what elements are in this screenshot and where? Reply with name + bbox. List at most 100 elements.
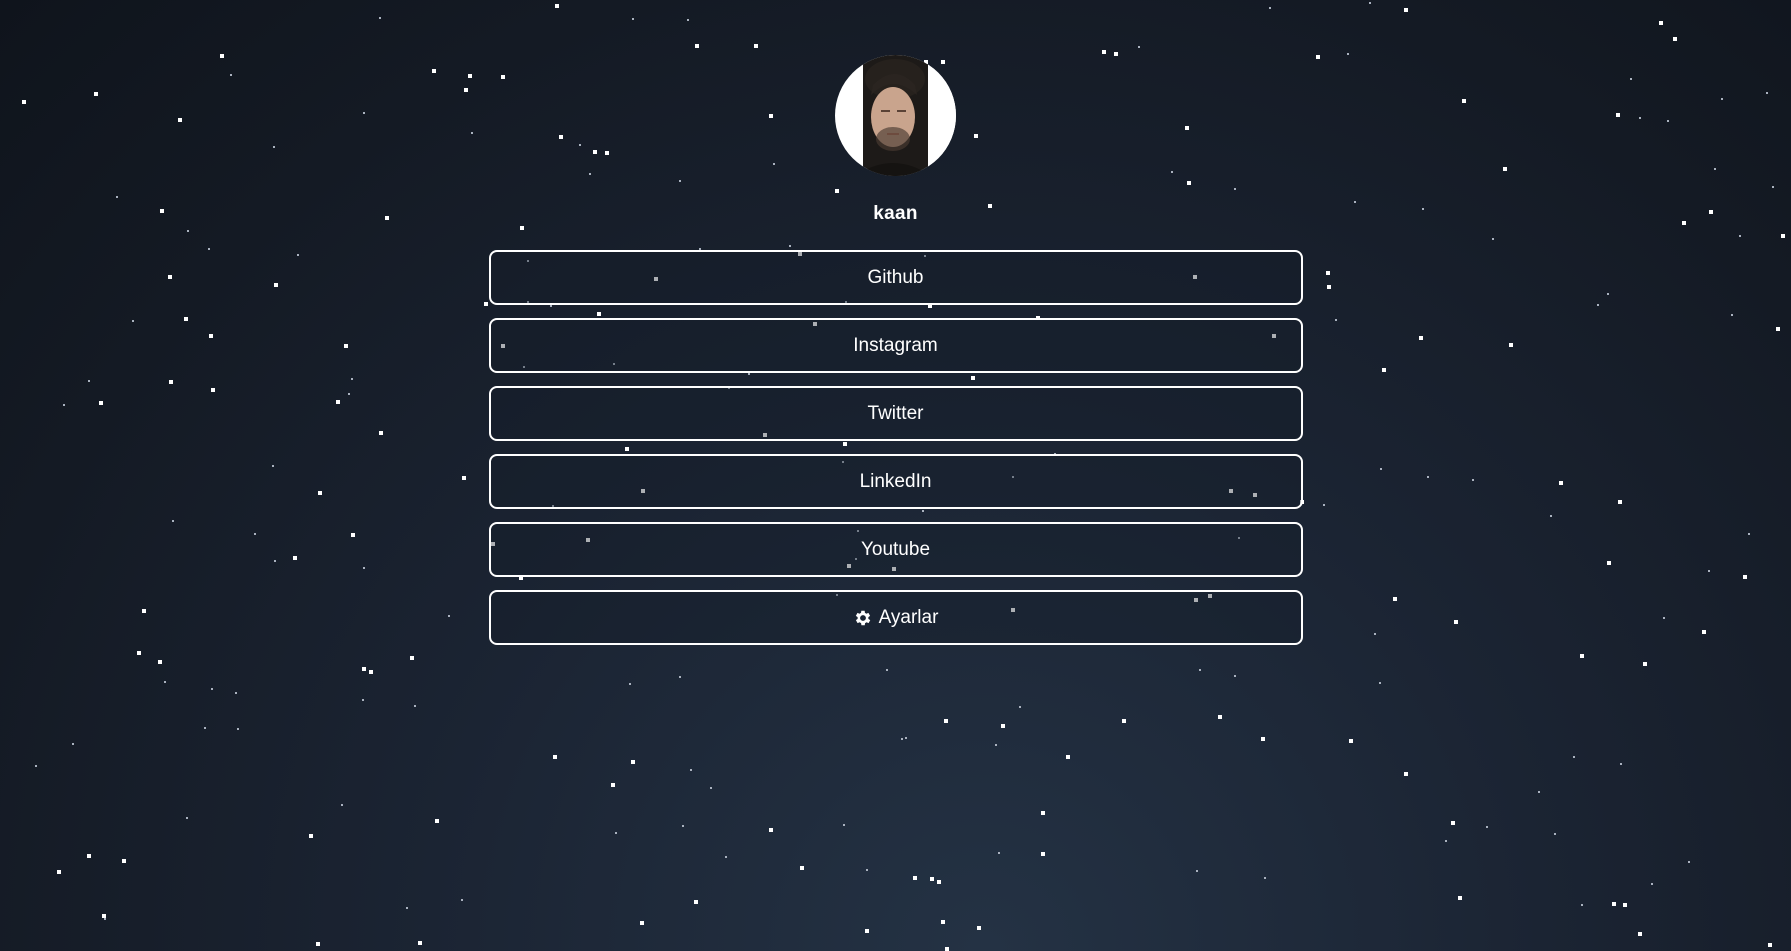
- star: [1554, 833, 1556, 835]
- star: [369, 670, 373, 674]
- star: [913, 876, 917, 880]
- star: [800, 866, 804, 870]
- star: [1538, 791, 1540, 793]
- star: [1234, 675, 1236, 677]
- settings-button[interactable]: Ayarlar: [488, 590, 1303, 645]
- star: [72, 743, 74, 745]
- star: [1196, 870, 1198, 872]
- link-list: Github Instagram Twitter LinkedIn Youtub…: [488, 250, 1303, 645]
- star: [1122, 719, 1126, 723]
- star: [164, 681, 166, 683]
- star: [316, 942, 320, 946]
- star: [435, 819, 439, 823]
- star: [1651, 883, 1653, 885]
- star: [104, 918, 106, 920]
- star: [1643, 662, 1647, 666]
- star: [461, 899, 463, 901]
- star: [235, 692, 237, 694]
- youtube-link-label: Youtube: [860, 538, 931, 560]
- star: [1019, 706, 1021, 708]
- star: [1199, 669, 1201, 671]
- star: [414, 705, 416, 707]
- linkedin-link-button[interactable]: LinkedIn: [488, 454, 1303, 509]
- star: [769, 828, 773, 832]
- star: [362, 667, 366, 671]
- star: [679, 676, 681, 678]
- star: [406, 907, 408, 909]
- gear-icon: [853, 608, 873, 628]
- star: [640, 921, 644, 925]
- star: [941, 920, 945, 924]
- star: [1066, 755, 1070, 759]
- star: [886, 669, 888, 671]
- star: [631, 760, 635, 764]
- star: [937, 880, 941, 884]
- star: [694, 900, 698, 904]
- star: [629, 683, 631, 685]
- star: [211, 688, 213, 690]
- star: [901, 738, 903, 740]
- star: [843, 824, 845, 826]
- star: [237, 728, 239, 730]
- star: [1623, 903, 1627, 907]
- star: [1001, 724, 1005, 728]
- star: [418, 941, 422, 945]
- star: [611, 783, 615, 787]
- star: [57, 870, 61, 874]
- github-link-label: Github: [867, 266, 924, 288]
- star: [1264, 877, 1266, 879]
- star: [1445, 840, 1447, 842]
- link-page: kaan Github Instagram Twitter LinkedIn Y…: [0, 0, 1791, 645]
- star: [977, 926, 981, 930]
- star: [1451, 821, 1455, 825]
- star: [1620, 763, 1622, 765]
- star: [1349, 739, 1353, 743]
- star: [1612, 902, 1616, 906]
- star: [944, 719, 948, 723]
- star: [995, 744, 997, 746]
- star: [341, 804, 343, 806]
- star: [204, 727, 206, 729]
- star: [905, 737, 907, 739]
- instagram-link-label: Instagram: [853, 334, 938, 356]
- instagram-link-button[interactable]: Instagram: [488, 318, 1303, 373]
- star: [865, 929, 869, 933]
- star: [1041, 811, 1045, 815]
- star: [186, 817, 188, 819]
- star: [690, 769, 692, 771]
- star: [158, 660, 162, 664]
- star: [1580, 654, 1584, 658]
- star: [615, 832, 617, 834]
- linkedin-link-label: LinkedIn: [859, 470, 932, 492]
- profile-username: kaan: [873, 203, 918, 224]
- settings-label: Ayarlar: [878, 606, 939, 628]
- star: [137, 651, 141, 655]
- star: [87, 854, 91, 858]
- twitter-link-label: Twitter: [867, 402, 924, 424]
- star: [1581, 904, 1583, 906]
- github-link-button[interactable]: Github: [488, 250, 1303, 305]
- star: [945, 947, 949, 951]
- youtube-link-button[interactable]: Youtube: [488, 522, 1303, 577]
- star: [1261, 737, 1265, 741]
- star: [930, 877, 934, 881]
- star: [1404, 772, 1408, 776]
- star: [1218, 715, 1222, 719]
- star: [998, 852, 1000, 854]
- twitter-link-button[interactable]: Twitter: [488, 386, 1303, 441]
- star: [866, 869, 868, 871]
- star: [1573, 756, 1575, 758]
- star: [309, 834, 313, 838]
- star: [410, 656, 414, 660]
- star: [682, 825, 684, 827]
- star: [1041, 852, 1045, 856]
- star: [35, 765, 37, 767]
- star: [1458, 896, 1462, 900]
- star: [1768, 943, 1772, 947]
- avatar: [835, 55, 956, 176]
- star: [1486, 826, 1488, 828]
- star: [725, 856, 727, 858]
- star: [102, 914, 106, 918]
- star: [362, 699, 364, 701]
- star: [1638, 932, 1642, 936]
